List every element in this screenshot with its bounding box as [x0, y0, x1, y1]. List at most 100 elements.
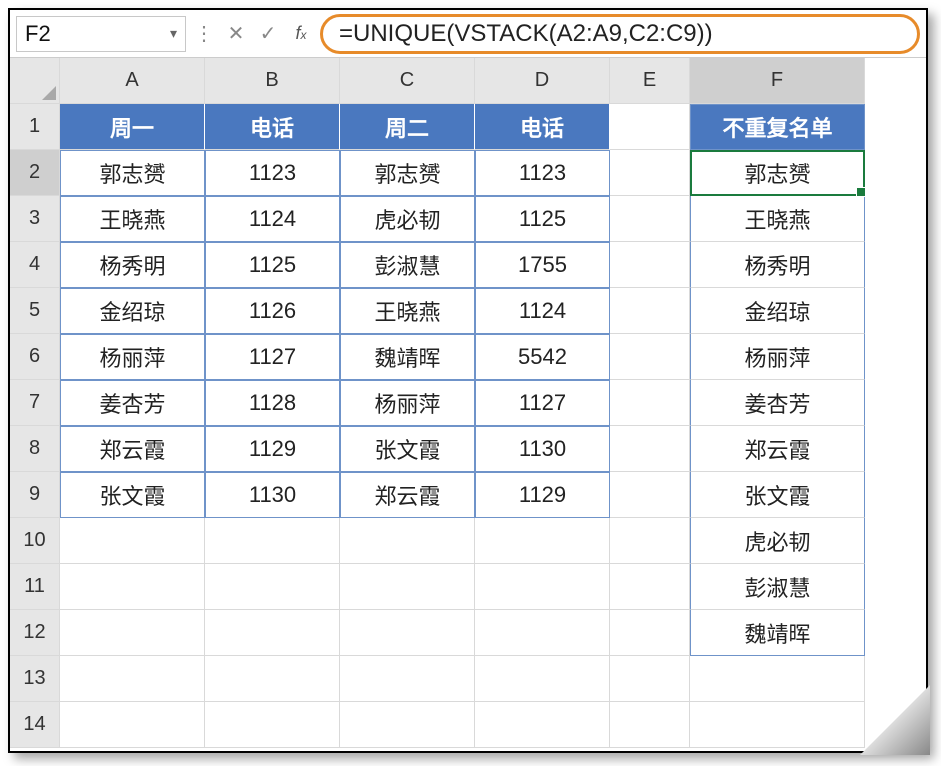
vertical-dots-icon[interactable]: ⋮ [190, 16, 218, 52]
cell-B14[interactable] [205, 702, 340, 748]
cell-F4[interactable]: 杨秀明 [690, 242, 865, 288]
row-header[interactable]: 9 [10, 472, 60, 518]
cell-A5[interactable]: 金绍琼 [60, 288, 205, 334]
cell-B4[interactable]: 1125 [205, 242, 340, 288]
cell-C7[interactable]: 杨丽萍 [340, 380, 475, 426]
cell-D5[interactable]: 1124 [475, 288, 610, 334]
cell-C9[interactable]: 郑云霞 [340, 472, 475, 518]
cell-C11[interactable] [340, 564, 475, 610]
col-header-E[interactable]: E [610, 58, 690, 104]
cell-B3[interactable]: 1124 [205, 196, 340, 242]
cell-A4[interactable]: 杨秀明 [60, 242, 205, 288]
cell-F5[interactable]: 金绍琼 [690, 288, 865, 334]
cell-C6[interactable]: 魏靖晖 [340, 334, 475, 380]
cell-F8[interactable]: 郑云霞 [690, 426, 865, 472]
cell-C12[interactable] [340, 610, 475, 656]
cell-F2[interactable]: 郭志赟 [690, 150, 865, 196]
cell-D6[interactable]: 5542 [475, 334, 610, 380]
cell-D4[interactable]: 1755 [475, 242, 610, 288]
cell-A14[interactable] [60, 702, 205, 748]
cell-E8[interactable] [610, 426, 690, 472]
col-header-F[interactable]: F [690, 58, 865, 104]
cell-F1[interactable]: 不重复名单 [690, 104, 865, 150]
cell-A7[interactable]: 姜杏芳 [60, 380, 205, 426]
cell-B5[interactable]: 1126 [205, 288, 340, 334]
cell-D12[interactable] [475, 610, 610, 656]
cell-C10[interactable] [340, 518, 475, 564]
cell-A11[interactable] [60, 564, 205, 610]
cell-E1[interactable] [610, 104, 690, 150]
row-header[interactable]: 4 [10, 242, 60, 288]
cell-C4[interactable]: 彭淑慧 [340, 242, 475, 288]
cell-C14[interactable] [340, 702, 475, 748]
row-header[interactable]: 11 [10, 564, 60, 610]
cell-D10[interactable] [475, 518, 610, 564]
row-header[interactable]: 2 [10, 150, 60, 196]
cell-D13[interactable] [475, 656, 610, 702]
cell-C5[interactable]: 王晓燕 [340, 288, 475, 334]
cell-E4[interactable] [610, 242, 690, 288]
row-header[interactable]: 6 [10, 334, 60, 380]
row-header[interactable]: 10 [10, 518, 60, 564]
cell-F12[interactable]: 魏靖晖 [690, 610, 865, 656]
cell-B11[interactable] [205, 564, 340, 610]
row-header[interactable]: 8 [10, 426, 60, 472]
cell-B6[interactable]: 1127 [205, 334, 340, 380]
fx-icon[interactable]: fx [286, 23, 316, 44]
cell-D9[interactable]: 1129 [475, 472, 610, 518]
cell-F9[interactable]: 张文霞 [690, 472, 865, 518]
cell-E14[interactable] [610, 702, 690, 748]
cell-B1[interactable]: 电话 [205, 104, 340, 150]
spreadsheet-grid[interactable]: A B C D E F 1 周一 电话 周二 电话 不重复名单 2 郭志赟 11… [10, 58, 926, 748]
cell-F6[interactable]: 杨丽萍 [690, 334, 865, 380]
confirm-icon[interactable]: ✓ [254, 16, 282, 52]
col-header-D[interactable]: D [475, 58, 610, 104]
cell-C3[interactable]: 虎必韧 [340, 196, 475, 242]
cell-D1[interactable]: 电话 [475, 104, 610, 150]
row-header[interactable]: 1 [10, 104, 60, 150]
cell-A1[interactable]: 周一 [60, 104, 205, 150]
col-header-B[interactable]: B [205, 58, 340, 104]
row-header[interactable]: 14 [10, 702, 60, 748]
cell-A3[interactable]: 王晓燕 [60, 196, 205, 242]
cell-E6[interactable] [610, 334, 690, 380]
cell-E9[interactable] [610, 472, 690, 518]
cell-F11[interactable]: 彭淑慧 [690, 564, 865, 610]
row-header[interactable]: 5 [10, 288, 60, 334]
cell-E10[interactable] [610, 518, 690, 564]
row-header[interactable]: 7 [10, 380, 60, 426]
cell-C2[interactable]: 郭志赟 [340, 150, 475, 196]
cell-B2[interactable]: 1123 [205, 150, 340, 196]
cell-A9[interactable]: 张文霞 [60, 472, 205, 518]
cell-B9[interactable]: 1130 [205, 472, 340, 518]
cell-D14[interactable] [475, 702, 610, 748]
cell-B8[interactable]: 1129 [205, 426, 340, 472]
cell-E2[interactable] [610, 150, 690, 196]
cell-C8[interactable]: 张文霞 [340, 426, 475, 472]
cell-A13[interactable] [60, 656, 205, 702]
cell-D3[interactable]: 1125 [475, 196, 610, 242]
cell-D2[interactable]: 1123 [475, 150, 610, 196]
cell-A10[interactable] [60, 518, 205, 564]
col-header-C[interactable]: C [340, 58, 475, 104]
cell-B7[interactable]: 1128 [205, 380, 340, 426]
cell-B13[interactable] [205, 656, 340, 702]
cell-D7[interactable]: 1127 [475, 380, 610, 426]
cell-E5[interactable] [610, 288, 690, 334]
select-all-corner[interactable] [10, 58, 60, 104]
row-header[interactable]: 12 [10, 610, 60, 656]
cell-B12[interactable] [205, 610, 340, 656]
chevron-down-icon[interactable]: ▾ [170, 25, 177, 42]
cell-A8[interactable]: 郑云霞 [60, 426, 205, 472]
cell-F14[interactable] [690, 702, 865, 748]
name-box[interactable]: F2 ▾ [16, 16, 186, 52]
cell-C13[interactable] [340, 656, 475, 702]
cell-F7[interactable]: 姜杏芳 [690, 380, 865, 426]
row-header[interactable]: 13 [10, 656, 60, 702]
cancel-icon[interactable]: ✕ [222, 16, 250, 52]
cell-E7[interactable] [610, 380, 690, 426]
col-header-A[interactable]: A [60, 58, 205, 104]
cell-F3[interactable]: 王晓燕 [690, 196, 865, 242]
cell-A2[interactable]: 郭志赟 [60, 150, 205, 196]
formula-input[interactable]: =UNIQUE(VSTACK(A2:A9,C2:C9)) [320, 14, 920, 54]
